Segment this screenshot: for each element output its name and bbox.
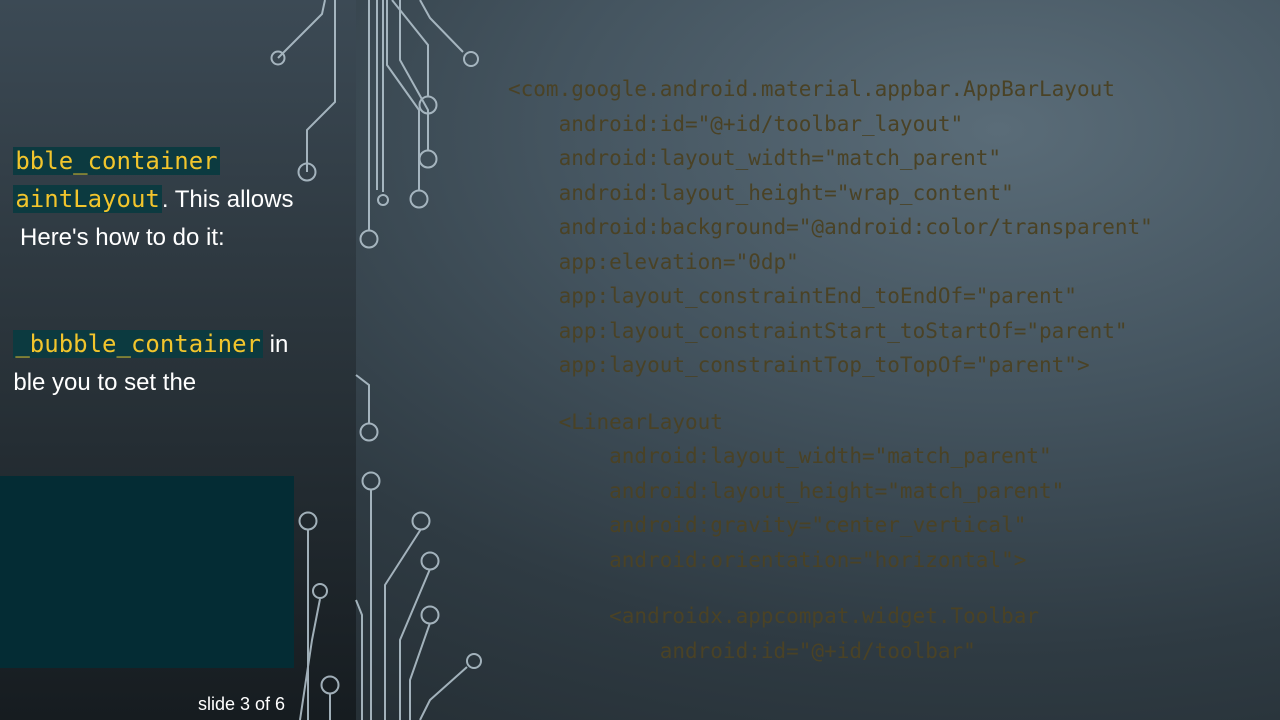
text-line-5-body: ble you to set the	[13, 369, 197, 396]
code-line: <androidx.appcompat.widget.Toolbar	[508, 604, 1040, 628]
code-line: app:layout_constraintEnd_toEndOf="parent…	[508, 284, 1077, 308]
code-line: android:layout_height="match_parent"	[508, 478, 1065, 503]
text-line-3-body: Here's how to do it:	[13, 224, 225, 251]
code-line: android:layout_height="wrap_content"	[508, 180, 1014, 205]
code-line: android:orientation="horizontal">	[508, 547, 1027, 572]
code-line: android:layout_width="match_parent"	[508, 444, 1052, 468]
code-line: app:elevation="0dp"	[508, 249, 799, 274]
code-line: android:background="@android:color/trans…	[508, 215, 1153, 239]
xml-code-block: <com.google.android.material.appbar.AppB…	[508, 72, 1153, 668]
code-line: app:layout_constraintTop_toTopOf="parent…	[508, 353, 1090, 377]
slide-indicator: slide 3 of 6	[198, 694, 286, 714]
code-line: <com.google.android.material.appbar.AppB…	[508, 77, 1115, 101]
code-line: android:layout_width="match_parent"	[508, 146, 1002, 170]
code-line: android:id="@+id/toolbar_layout"	[508, 111, 964, 136]
code-line: app:layout_constraintStart_toStartOf="pa…	[508, 318, 1128, 343]
code-block-box	[0, 476, 294, 668]
code-line: <LinearLayout	[508, 409, 723, 434]
text-line-4-body: in	[262, 331, 289, 358]
text-line-3: Here's how to do it:	[0, 181, 225, 257]
text-line-5: ble you to set the	[0, 326, 196, 402]
code-line: android:gravity="center_vertical"	[508, 513, 1027, 537]
code-line: android:id="@+id/toolbar"	[508, 638, 976, 663]
